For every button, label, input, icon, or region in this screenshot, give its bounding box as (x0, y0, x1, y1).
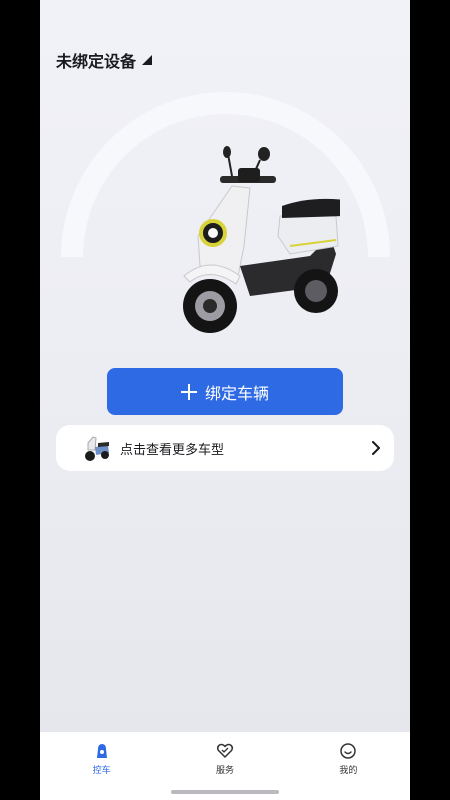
device-selector[interactable]: 未绑定设备 (56, 48, 153, 72)
bind-vehicle-label: 绑定车辆 (204, 383, 269, 403)
app-screen: 未绑定设备 绑定车辆 点击查看更多车型 控车 服务 我的 (40, 0, 410, 800)
bind-vehicle-button[interactable]: 绑定车辆 (107, 368, 343, 415)
device-title-text: 未绑定设备 (56, 52, 137, 71)
scooter-image (183, 146, 340, 333)
plus-icon (180, 383, 197, 400)
more-models-card[interactable]: 点击查看更多车型 (56, 425, 394, 471)
tab-profile-label: 我的 (339, 766, 358, 776)
scooter-control-icon (96, 744, 107, 758)
home-indicator[interactable] (171, 790, 279, 794)
service-heart-icon (216, 743, 234, 758)
more-models-label: 点击查看更多车型 (120, 442, 225, 458)
profile-smile-icon (340, 743, 357, 759)
tab-control[interactable]: 控车 (40, 732, 163, 800)
triangle-dropdown-icon (142, 55, 153, 65)
tab-service-label: 服务 (215, 766, 234, 776)
tab-profile[interactable]: 我的 (287, 732, 410, 800)
chevron-right-icon (372, 441, 380, 455)
scooter-thumbnail (85, 436, 109, 461)
tab-control-label: 控车 (92, 766, 111, 776)
